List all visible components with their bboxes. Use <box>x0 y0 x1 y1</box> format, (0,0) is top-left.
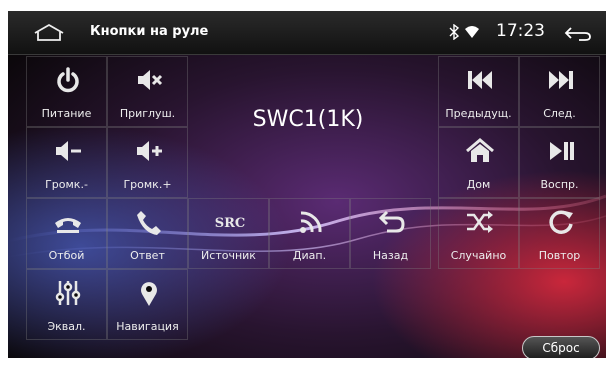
bluetooth-icon <box>449 24 460 40</box>
band-button[interactable]: Диап. <box>269 198 350 269</box>
source-button[interactable]: SRC Источник <box>188 198 269 269</box>
home-label: Дом <box>466 178 491 191</box>
volume-up-label: Громк.+ <box>123 178 172 191</box>
return-arrow-icon <box>378 210 405 233</box>
volume-up-icon <box>137 141 162 161</box>
play-pause-icon <box>550 142 574 160</box>
power-button[interactable]: Питание <box>26 56 107 127</box>
volume-down-icon <box>56 141 81 161</box>
map-pin-icon <box>141 282 157 306</box>
volume-down-label: Громк.- <box>45 178 88 191</box>
status-bar: Кнопки на руле 17:23 <box>8 11 606 55</box>
clock: 17:23 <box>496 21 545 41</box>
equalizer-button[interactable]: Эквал. <box>26 269 107 340</box>
wifi-icon <box>465 26 479 38</box>
play-pause-label: Воспр. <box>540 178 579 191</box>
equalizer-label: Эквал. <box>47 320 86 333</box>
prev-label: Предыдущ. <box>445 107 512 120</box>
screen: Кнопки на руле 17:23 Питание Приглуш. Пр… <box>8 11 606 358</box>
mute-icon <box>138 70 163 90</box>
band-label: Диап. <box>292 249 327 262</box>
volume-up-button[interactable]: Громк.+ <box>107 127 188 198</box>
shuffle-button[interactable]: Случайно <box>438 198 519 269</box>
equalizer-icon <box>55 281 81 305</box>
back-button[interactable]: Назад <box>350 198 431 269</box>
shuffle-icon <box>467 211 493 233</box>
repeat-button[interactable]: Повтор <box>519 198 600 269</box>
reset-button[interactable]: Сброс <box>522 336 600 358</box>
band-radio-icon <box>300 211 322 233</box>
house-icon <box>466 138 494 162</box>
hangup-button[interactable]: Отбой <box>26 198 107 269</box>
navigation-label: Навигация <box>116 320 179 333</box>
next-label: След. <box>543 107 576 120</box>
mute-label: Приглуш. <box>119 107 176 120</box>
hangup-phone-icon <box>55 218 81 233</box>
repeat-icon <box>549 210 573 234</box>
repeat-label: Повтор <box>538 249 581 262</box>
answer-label: Ответ <box>130 249 165 262</box>
previous-track-icon <box>468 71 492 89</box>
volume-down-button[interactable]: Громк.- <box>26 127 107 198</box>
source-glyph: SRC <box>215 216 246 231</box>
home-icon[interactable] <box>32 22 66 42</box>
prev-button[interactable]: Предыдущ. <box>438 56 519 127</box>
answer-phone-icon <box>137 211 161 235</box>
hangup-label: Отбой <box>48 249 85 262</box>
power-label: Питание <box>41 107 92 120</box>
answer-button[interactable]: Ответ <box>107 198 188 269</box>
shuffle-label: Случайно <box>450 249 507 262</box>
back-icon[interactable] <box>563 23 593 43</box>
source-icon: SRC <box>215 216 246 231</box>
page-title: Кнопки на руле <box>90 24 209 39</box>
power-icon <box>57 67 79 93</box>
home-button[interactable]: Дом <box>438 127 519 198</box>
play-pause-button[interactable]: Воспр. <box>519 127 600 198</box>
back-label: Назад <box>372 249 409 262</box>
swc-value: SWC1(1K) <box>252 107 364 132</box>
navigation-button[interactable]: Навигация <box>107 269 188 340</box>
mute-button[interactable]: Приглуш. <box>107 56 188 127</box>
next-button[interactable]: След. <box>519 56 600 127</box>
next-track-icon <box>549 71 573 89</box>
source-label: Источник <box>201 249 256 262</box>
